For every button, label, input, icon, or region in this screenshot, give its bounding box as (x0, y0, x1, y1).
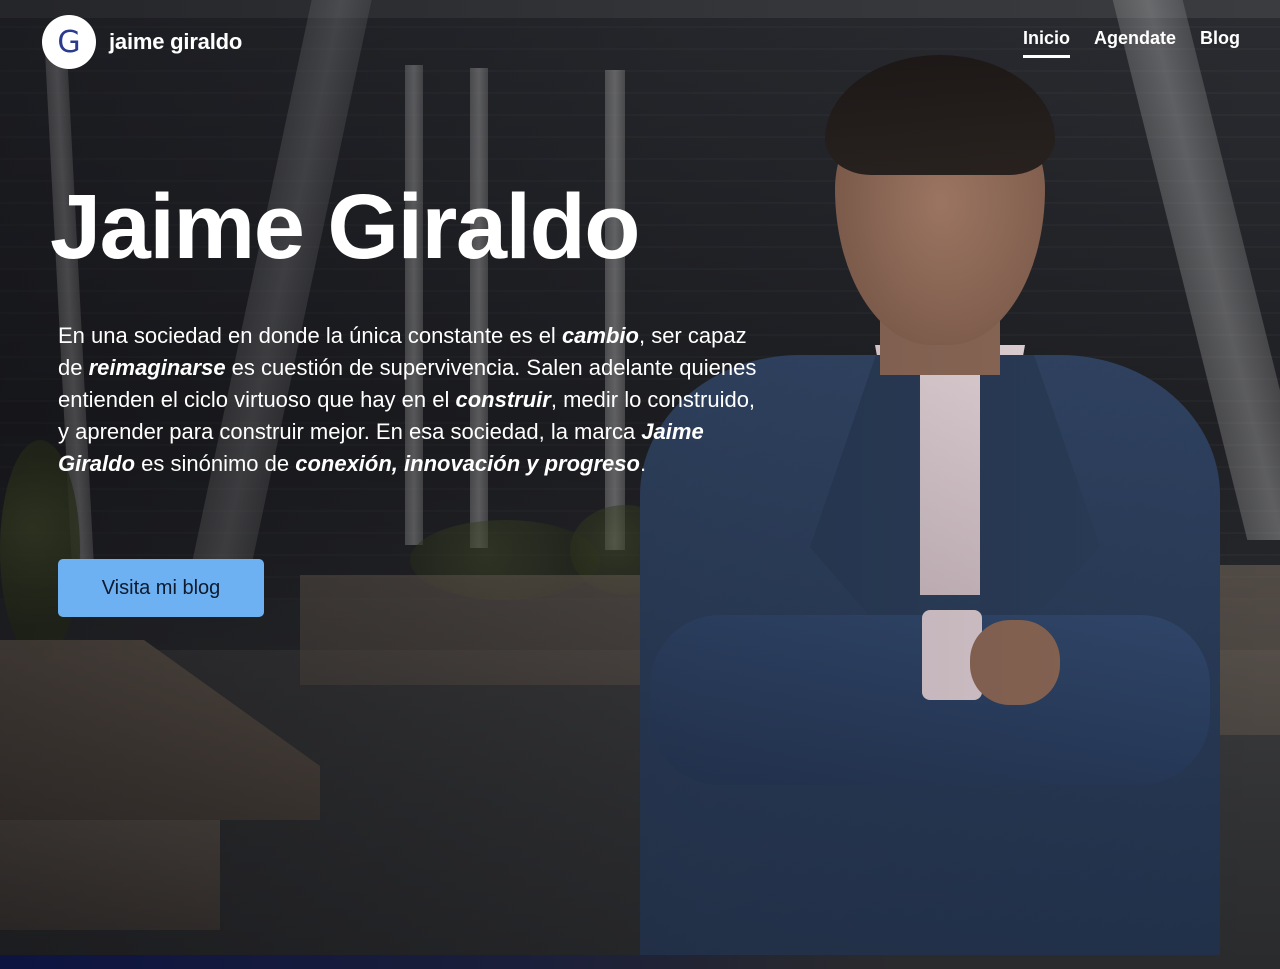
nav-blog[interactable]: Blog (1200, 26, 1240, 58)
emphasis-construir: construir (455, 387, 551, 412)
paragraph-text: es sinónimo de (135, 451, 296, 476)
nav-agendate[interactable]: Agendate (1094, 26, 1176, 58)
paragraph-text: En una sociedad en donde la única consta… (58, 323, 562, 348)
emphasis-conexion: conexión, innovación y progreso (295, 451, 640, 476)
brand-name: jaime giraldo (109, 29, 243, 54)
main-nav: Inicio Agendate Blog (1022, 26, 1240, 58)
brand-link[interactable]: G jaime giraldo (42, 15, 242, 69)
bottom-edge-strip (0, 955, 1280, 969)
hero-title: Jaime Giraldo (50, 176, 640, 278)
hero-paragraph: En una sociedad en donde la única consta… (58, 320, 758, 480)
paragraph-text: . (639, 451, 647, 476)
hero-background-photo (0, 0, 1280, 969)
g-letter-logo-icon: G (42, 15, 96, 69)
site-header: G jaime giraldo Inicio Agendate Blog (0, 0, 1280, 80)
emphasis-reimaginarse: reimaginarse (88, 355, 226, 380)
nav-inicio[interactable]: Inicio (1022, 26, 1070, 58)
background-overlay (0, 0, 1280, 969)
emphasis-cambio: cambio (561, 323, 639, 348)
visit-blog-button[interactable]: Visita mi blog (58, 559, 264, 617)
